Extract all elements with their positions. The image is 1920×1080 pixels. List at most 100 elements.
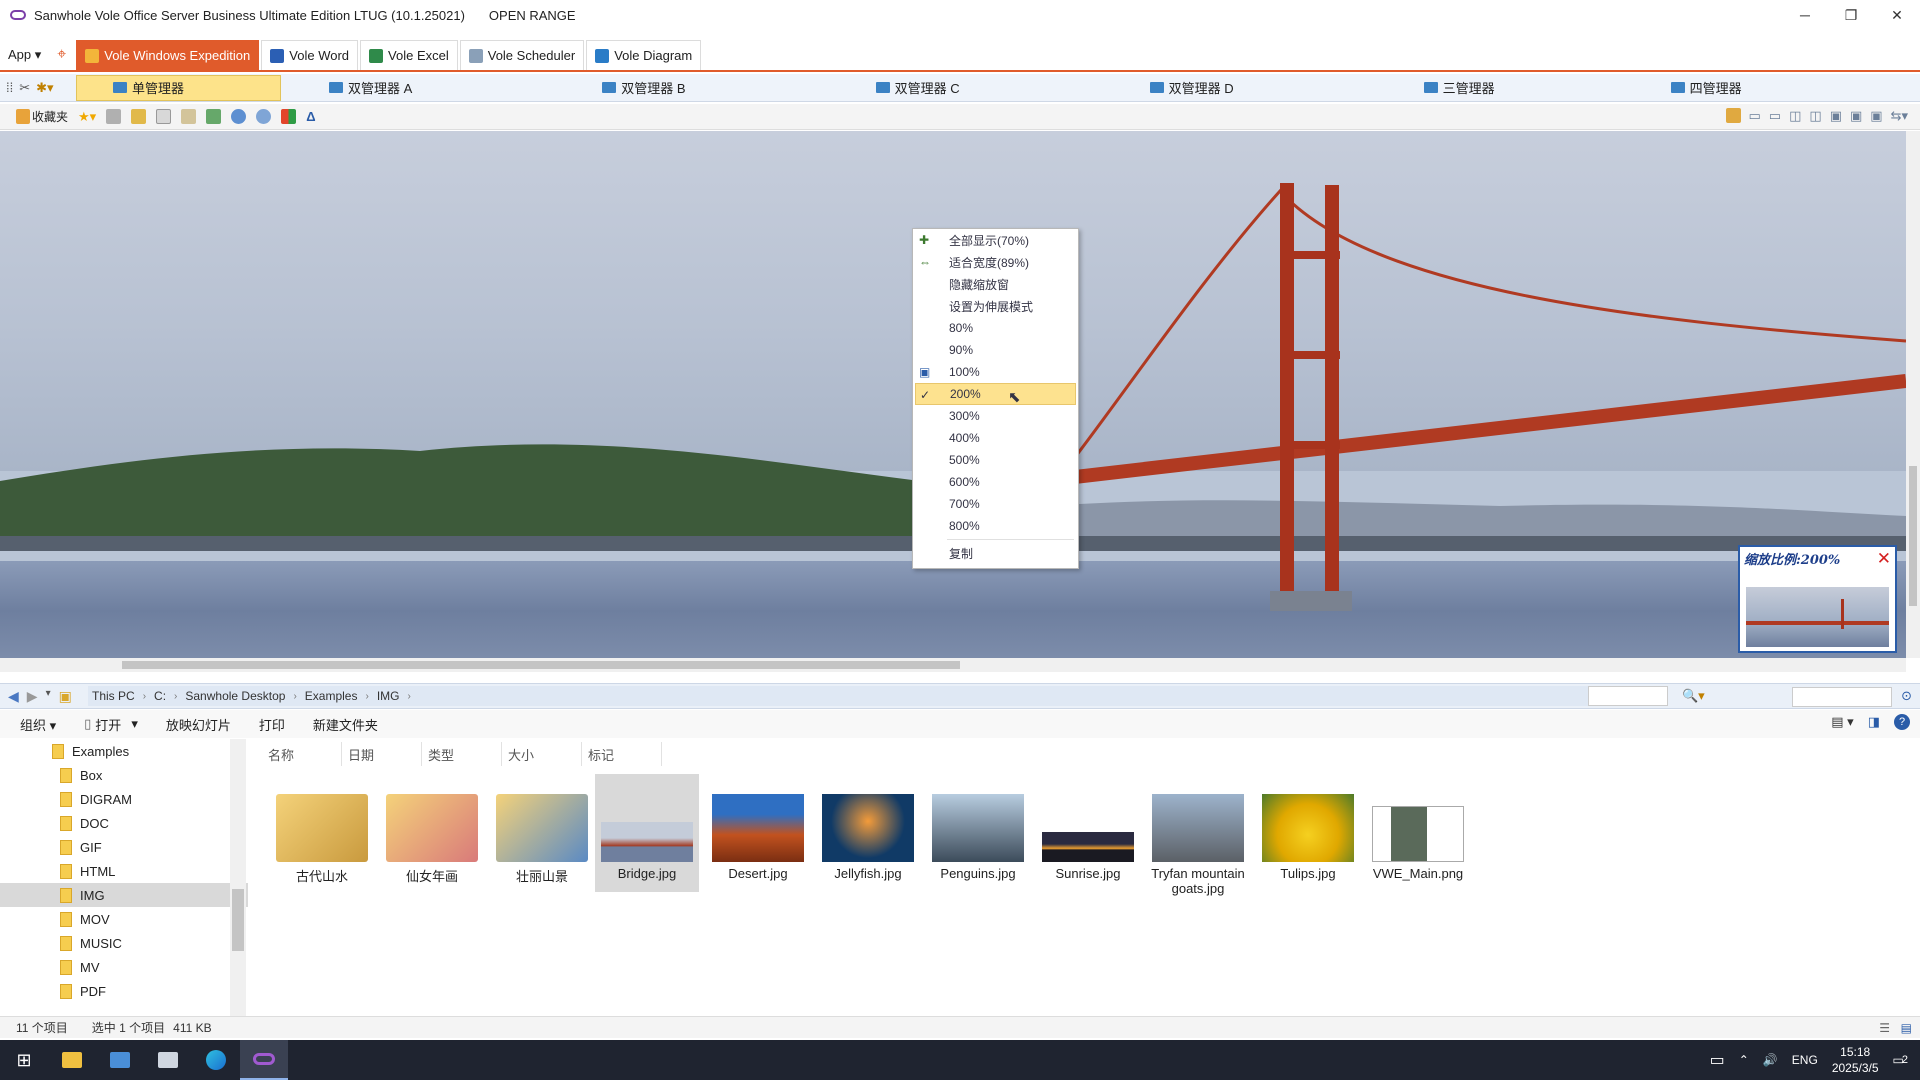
folder-up-icon[interactable]: ▣ xyxy=(59,688,72,705)
file-item[interactable]: Bridge.jpg xyxy=(595,774,699,892)
move-icon[interactable] xyxy=(206,109,222,124)
menu-item-fit-all[interactable]: ✚ 全部显示(70%) xyxy=(913,229,1078,251)
menu-item-hide-zoom-window[interactable]: 隐藏缩放窗 xyxy=(913,273,1078,295)
file-item[interactable]: Tryfan mountain goats.jpg xyxy=(1146,774,1250,896)
column-name[interactable]: 名称 xyxy=(262,742,342,766)
close-button[interactable]: ✕ xyxy=(1874,0,1920,30)
windows-icon[interactable] xyxy=(281,109,297,124)
app-menu-button[interactable]: App ▾ xyxy=(0,41,49,69)
favorites-icon[interactable] xyxy=(16,109,30,124)
breadcrumb[interactable]: This PC › C: › Sanwhole Desktop › Examples ›… xyxy=(88,686,1668,706)
taskbar-app-button[interactable] xyxy=(96,1040,144,1080)
share-icon[interactable] xyxy=(1725,108,1741,123)
menu-item-400[interactable]: 400% xyxy=(913,427,1078,449)
column-size[interactable]: 大小 xyxy=(502,742,582,766)
manager-tab-dual-c[interactable]: 双管理器 C xyxy=(875,75,960,101)
file-item[interactable]: Tulips.jpg xyxy=(1256,774,1360,881)
manager-tab-quad[interactable]: 四管理器 xyxy=(1670,75,1742,101)
show-hidden-icon[interactable]: ⌃ xyxy=(1739,1053,1749,1067)
slideshow-button[interactable]: 放映幻灯片 xyxy=(152,715,245,734)
edge-button[interactable] xyxy=(192,1040,240,1080)
brush-icon[interactable] xyxy=(131,109,147,124)
tree-item-html[interactable]: HTML xyxy=(0,859,248,883)
file-explorer-button[interactable] xyxy=(48,1040,96,1080)
breadcrumb-item[interactable]: Sanwhole Desktop xyxy=(185,689,285,703)
start-button[interactable]: ⊞ xyxy=(0,1040,48,1080)
column-type[interactable]: 类型 xyxy=(422,742,502,766)
taskbar-app-button[interactable] xyxy=(144,1040,192,1080)
view-1-icon[interactable]: ▣ xyxy=(1830,108,1842,124)
layout-4-icon[interactable]: ◫ xyxy=(1809,108,1821,124)
language-indicator[interactable]: ENG xyxy=(1792,1053,1818,1067)
tab-vole-excel[interactable]: Vole Excel xyxy=(360,40,458,70)
help-icon[interactable]: ? xyxy=(1894,714,1910,730)
menu-item-stretch-mode[interactable]: 设置为伸展模式 xyxy=(913,295,1078,317)
breadcrumb-item[interactable]: Examples xyxy=(305,689,358,703)
organize-button[interactable]: 组织 ▾ xyxy=(0,715,70,734)
star-icon[interactable]: ★▾ xyxy=(78,109,96,125)
manager-tab-triple[interactable]: 三管理器 xyxy=(1423,75,1495,101)
view-2-icon[interactable]: ▣ xyxy=(1850,108,1862,124)
tree-item-img[interactable]: IMG xyxy=(0,883,248,907)
zoom-preview[interactable] xyxy=(1746,587,1889,647)
search-tools-icon[interactable]: 🔍▾ xyxy=(1682,688,1705,704)
tree-item-box[interactable]: Box xyxy=(0,763,248,787)
warning-icon[interactable]: Δ xyxy=(306,109,315,124)
open-button[interactable]: ▯ 打开 ▾ xyxy=(70,715,152,734)
manager-tab-single[interactable]: 单管理器 xyxy=(76,74,281,101)
file-item[interactable]: Penguins.jpg xyxy=(926,774,1030,881)
menu-item-copy[interactable]: 复制 xyxy=(913,542,1078,564)
view-options-icon[interactable]: ▤ ▾ xyxy=(1831,714,1853,730)
tree-item-mov[interactable]: MOV xyxy=(0,907,248,931)
breadcrumb-item[interactable]: IMG xyxy=(377,689,400,703)
clock[interactable]: 15:18 2025/3/5 xyxy=(1832,1044,1879,1076)
menu-item-800[interactable]: 800% xyxy=(913,515,1078,537)
close-icon[interactable]: ✕ xyxy=(1877,549,1891,569)
minimize-button[interactable]: ─ xyxy=(1782,0,1828,30)
view-3-icon[interactable]: ▣ xyxy=(1870,108,1882,124)
menu-item-600[interactable]: 600% xyxy=(913,471,1078,493)
vole-app-button[interactable] xyxy=(240,1040,288,1080)
viewer-vertical-scrollbar[interactable] xyxy=(1906,131,1920,658)
file-item[interactable]: 壮丽山景 xyxy=(490,774,594,885)
play-icon[interactable] xyxy=(231,109,247,124)
breadcrumb-item[interactable]: C: xyxy=(154,689,166,703)
file-item[interactable]: 古代山水 xyxy=(270,774,374,885)
search-input[interactable] xyxy=(1792,687,1892,707)
thumbnail-view-icon[interactable]: ▤ xyxy=(1901,1021,1912,1035)
search-icon[interactable]: ⊙ xyxy=(1901,688,1912,704)
manager-tab-dual-a[interactable]: 双管理器 A xyxy=(329,75,412,101)
crosshair-icon[interactable]: ⌖ xyxy=(49,41,74,69)
menu-item-700[interactable]: 700% xyxy=(913,493,1078,515)
forward-arrow-icon[interactable]: ▶ xyxy=(27,688,38,705)
details-view-icon[interactable]: ☰ xyxy=(1879,1021,1890,1035)
column-date[interactable]: 日期 xyxy=(342,742,422,766)
history-dropdown-icon[interactable]: ▾ xyxy=(46,688,51,705)
tree-item-gif[interactable]: GIF xyxy=(0,835,248,859)
layout-3-icon[interactable]: ◫ xyxy=(1789,108,1801,124)
filter-input[interactable] xyxy=(1588,686,1668,706)
menu-item-300[interactable]: 300% xyxy=(913,405,1078,427)
restore-button[interactable]: ❐ xyxy=(1828,0,1874,30)
file-item[interactable]: Desert.jpg xyxy=(706,774,810,881)
paste-icon[interactable] xyxy=(181,109,197,124)
menu-item-200[interactable]: ✓ 200% ⬉ xyxy=(915,383,1076,406)
tree-item-music[interactable]: MUSIC xyxy=(0,931,248,955)
menu-item-80[interactable]: 80% xyxy=(913,317,1078,339)
back-arrow-icon[interactable]: ◀ xyxy=(8,688,19,705)
column-tag[interactable]: 标记 xyxy=(582,742,662,766)
breadcrumb-item[interactable]: This PC xyxy=(92,689,135,703)
zoom-window[interactable]: 缩放比例:200% ✕ xyxy=(1738,545,1897,653)
tab-vole-scheduler[interactable]: Vole Scheduler xyxy=(459,40,585,70)
file-item[interactable]: VWE_Main.png xyxy=(1366,774,1470,881)
lock-icon[interactable] xyxy=(106,109,122,124)
layout-grip-icon[interactable]: ⁞⁞ xyxy=(6,80,13,96)
tab-vole-windows-expedition[interactable]: Vole Windows Expedition xyxy=(76,40,260,70)
tab-vole-diagram[interactable]: Vole Diagram xyxy=(586,40,702,70)
settings-dropdown-icon[interactable]: ✱▾ xyxy=(36,80,53,96)
file-item[interactable]: Sunrise.jpg xyxy=(1036,774,1140,881)
tree-item-mv[interactable]: MV xyxy=(0,955,248,979)
tree-scrollbar[interactable] xyxy=(230,739,246,1016)
viewer-horizontal-scrollbar[interactable] xyxy=(0,658,1906,672)
menu-item-100[interactable]: ▣ 100% xyxy=(913,361,1078,383)
